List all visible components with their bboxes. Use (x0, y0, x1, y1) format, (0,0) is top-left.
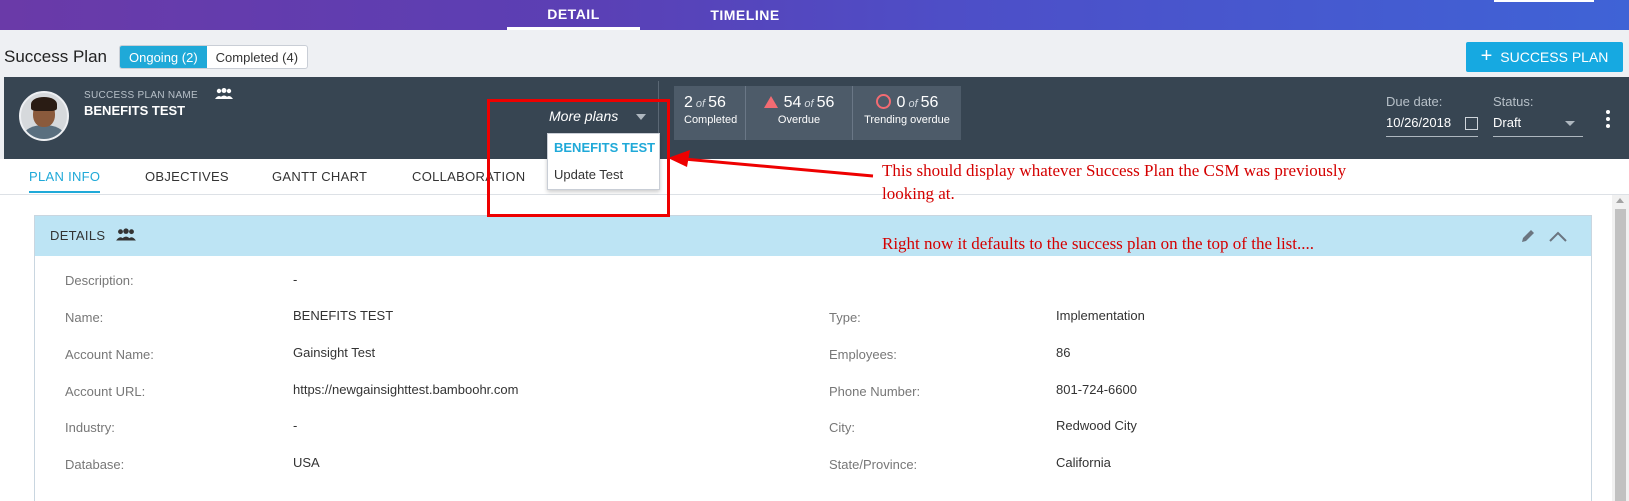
field-label-account-url: Account URL: (65, 384, 146, 399)
tab-plan-info[interactable]: PLAN INFO (29, 169, 101, 193)
tab-detail[interactable]: DETAIL (507, 0, 640, 30)
calendar-icon[interactable] (1465, 117, 1478, 130)
field-value-city: Redwood City (1056, 418, 1137, 433)
scrollbar[interactable] (1612, 195, 1629, 501)
field-label-employees: Employees: (829, 347, 897, 362)
tab-gantt-chart[interactable]: GANTT CHART (272, 169, 367, 184)
avatar (19, 91, 69, 141)
stat-trending-overdue: 0 of 56 Trending overdue (864, 94, 950, 126)
plan-stats: 2 of 56 Completed 54 of 56 Overdue 0 of 56 Tre… (674, 86, 961, 140)
scroll-thumb[interactable] (1615, 209, 1626, 501)
field-value-description: - (293, 272, 298, 287)
field-value-database: USA (293, 455, 320, 470)
field-value-name: BENEFITS TEST (293, 308, 394, 323)
annotation-arrow (668, 150, 874, 178)
pencil-icon[interactable] (1520, 228, 1536, 244)
field-label-description: Description: (65, 273, 134, 288)
field-value-account-url[interactable]: https://newgainsighttest.bamboohr.com (293, 382, 518, 397)
details-card: DETAILS Description: - Name: BENEFITS TE… (34, 215, 1592, 501)
field-label-state: State/Province: (829, 457, 918, 472)
top-right-button-edge (1494, 0, 1594, 2)
field-label-phone: Phone Number: (829, 384, 921, 399)
filter-completed[interactable]: Completed (4) (207, 46, 307, 68)
page-title: Success Plan (4, 47, 107, 66)
tab-timeline[interactable]: TIMELINE (700, 0, 790, 30)
add-success-plan-button[interactable]: + SUCCESS PLAN (1466, 42, 1623, 72)
stat-completed: 2 of 56 Completed (674, 86, 746, 140)
field-label-database: Database: (65, 457, 125, 472)
due-date-label: Due date: (1386, 94, 1443, 109)
status-label: Status: (1493, 94, 1534, 109)
annotation-text: looking at. (882, 184, 955, 203)
field-label-account-name: Account Name: (65, 347, 154, 362)
stat-overdue: 54 of 56 Overdue (746, 86, 853, 140)
success-plan-header: Success Plan Ongoing (2) Completed (4) +… (0, 30, 1629, 77)
clock-alert-icon (875, 94, 891, 109)
plan-summary-header: SUCCESS PLAN NAME BENEFITS TEST More pla… (4, 77, 1629, 159)
status-select[interactable]: Draft (1493, 115, 1583, 137)
field-value-type: Implementation (1056, 308, 1145, 323)
field-value-account-name: Gainsight Test (293, 345, 376, 360)
chevron-up-icon[interactable] (1549, 230, 1567, 242)
tab-objectives[interactable]: OBJECTIVES (145, 169, 229, 184)
field-label-city: City: (829, 420, 855, 435)
field-label-industry: Industry: (65, 420, 115, 435)
details-header[interactable]: DETAILS (35, 216, 1591, 256)
people-icon (215, 88, 233, 99)
more-options-icon[interactable] (1606, 110, 1610, 128)
plus-icon: + (1480, 45, 1493, 67)
annotation-highlight-box (487, 99, 670, 217)
field-value-employees: 86 (1056, 345, 1071, 360)
add-success-plan-label: SUCCESS PLAN (1500, 49, 1609, 65)
scroll-up-icon[interactable] (1616, 198, 1624, 203)
field-value-industry: - (293, 418, 298, 433)
annotation-text: This should display whatever Success Pla… (882, 161, 1347, 180)
people-icon (116, 228, 136, 241)
annotation-text: Right now it defaults to the success pla… (882, 234, 1315, 253)
field-value-phone: 801-724-6600 (1056, 382, 1137, 397)
chevron-down-icon (1565, 121, 1575, 126)
top-nav-bar: DETAIL TIMELINE (0, 0, 1629, 30)
details-title: DETAILS (50, 228, 106, 243)
due-date-field[interactable]: 10/26/2018 (1386, 115, 1478, 137)
plan-name-label: SUCCESS PLAN NAME (84, 90, 199, 101)
warning-icon (763, 96, 778, 108)
field-label-type: Type: (829, 310, 861, 325)
plan-name: BENEFITS TEST (84, 103, 186, 118)
plan-filter-toggle: Ongoing (2) Completed (4) (119, 45, 309, 69)
field-value-state: California (1056, 455, 1111, 470)
field-label-name: Name: (65, 310, 104, 325)
filter-ongoing[interactable]: Ongoing (2) (120, 46, 207, 68)
